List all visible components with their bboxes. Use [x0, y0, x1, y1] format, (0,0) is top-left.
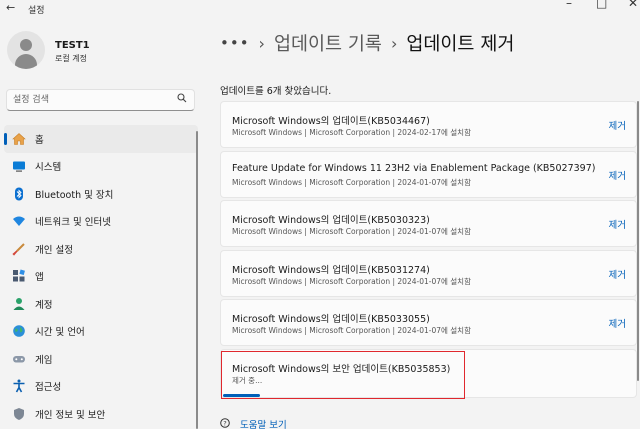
account-icon	[12, 297, 26, 311]
search-box[interactable]	[6, 89, 195, 111]
sidebar-item-label: 개인 정보 및 보안	[35, 409, 106, 421]
remove-button[interactable]: 제거	[609, 168, 626, 182]
sidebar-item-home[interactable]: 홈	[4, 125, 198, 153]
update-title: Feature Update for Windows 11 23H2 via E…	[232, 162, 596, 174]
sidebar-item-accounts[interactable]: 계정	[4, 290, 198, 318]
removal-progress-fill	[223, 393, 261, 397]
home-icon	[12, 132, 26, 146]
remove-button[interactable]: 제거	[609, 118, 626, 132]
help-link[interactable]: 도움말 보기	[240, 417, 287, 429]
sidebar-item-label: Bluetooth 및 장치	[35, 189, 114, 201]
update-list-item: Microsoft Windows의 업데이트(KB5033055) Micro…	[220, 299, 637, 346]
update-list-item-removing: Microsoft Windows의 보안 업데이트(KB5035853) 제거…	[220, 348, 637, 398]
help-row[interactable]: ? 도움말 보기	[220, 417, 287, 429]
update-meta: Microsoft Windows | Microsoft Corporatio…	[232, 128, 471, 137]
help-icon: ?	[220, 417, 230, 429]
update-list-item: Feature Update for Windows 11 23H2 via E…	[220, 150, 637, 198]
removing-status: 제거 중...	[232, 375, 263, 385]
back-button[interactable]: ←	[6, 1, 15, 14]
shield-icon	[12, 407, 26, 421]
minimize-button[interactable]: –	[566, 0, 572, 10]
breadcrumb-separator: ›	[258, 33, 265, 53]
update-list: Microsoft Windows의 업데이트(KB5034467) Micro…	[220, 101, 637, 400]
update-meta: Microsoft Windows | Microsoft Corporatio…	[232, 227, 471, 236]
page-title: 업데이트 제거	[406, 34, 515, 55]
sidebar-item-network[interactable]: 네트워크 및 인터넷	[4, 208, 198, 236]
sidebar-item-bluetooth[interactable]: Bluetooth 및 장치	[4, 180, 198, 208]
sidebar-item-time-language[interactable]: 시간 및 언어	[4, 318, 198, 346]
main-scrollbar[interactable]	[637, 101, 639, 381]
sidebar-item-system[interactable]: 시스템	[4, 153, 198, 181]
svg-text:?: ?	[223, 419, 226, 427]
maximize-button[interactable]: □	[596, 0, 607, 10]
removal-progress-bar	[221, 393, 636, 397]
sidebar-scrollbar[interactable]	[196, 131, 198, 429]
remove-button[interactable]: 제거	[609, 267, 626, 281]
apps-icon	[12, 269, 26, 283]
globe-icon	[12, 324, 26, 338]
sidebar-item-label: 홈	[35, 134, 44, 146]
brush-icon	[12, 242, 26, 256]
update-meta: Microsoft Windows | Microsoft Corporatio…	[232, 326, 471, 335]
sidebar-item-label: 계정	[35, 299, 53, 311]
account-type: 로컬 계정	[55, 54, 87, 63]
sidebar-item-apps[interactable]: 앱	[4, 263, 198, 291]
accessibility-icon	[12, 379, 26, 393]
search-icon[interactable]	[177, 93, 187, 106]
app-title: 설정	[28, 6, 45, 16]
update-meta: Microsoft Windows | Microsoft Corporatio…	[232, 177, 471, 187]
user-profile[interactable]: TEST1 로컬 계정	[7, 31, 197, 75]
update-title: Microsoft Windows의 업데이트(KB5031274)	[232, 264, 430, 276]
user-name: TEST1	[55, 40, 90, 51]
breadcrumb-update-history-link[interactable]: 업데이트 기록	[274, 30, 382, 56]
update-list-item: Microsoft Windows의 업데이트(KB5031274) Micro…	[220, 249, 637, 297]
breadcrumb-separator: ›	[390, 33, 398, 53]
sidebar-item-label: 게임	[35, 354, 53, 366]
breadcrumb: ••• › 업데이트 기록 › 업데이트 제거	[220, 27, 514, 59]
network-icon	[12, 214, 26, 228]
sidebar-item-label: 개인 설정	[35, 244, 73, 256]
sidebar-item-label: 네트워크 및 인터넷	[35, 217, 111, 229]
update-meta: Microsoft Windows | Microsoft Corporatio…	[232, 276, 471, 286]
sidebar-item-personalization[interactable]: 개인 설정	[4, 235, 198, 263]
sidebar-item-label: 앱	[35, 272, 44, 284]
update-list-item: Microsoft Windows의 업데이트(KB5034467) Micro…	[220, 101, 637, 148]
remove-button[interactable]: 제거	[609, 316, 626, 330]
bluetooth-icon	[12, 187, 26, 201]
system-icon	[12, 159, 26, 173]
update-count-text: 업데이트를 6개 찾았습니다.	[220, 86, 332, 97]
breadcrumb-more-button[interactable]: •••	[220, 34, 250, 52]
title-bar: ← 설정 – □ ✕	[0, 0, 640, 18]
update-title: Microsoft Windows의 업데이트(KB5034467)	[232, 116, 430, 127]
search-input[interactable]	[13, 93, 173, 107]
sidebar-nav: 홈 시스템 Bluetooth 및 장치 네트워크 및 인터넷 개인 설정 앱	[4, 125, 198, 428]
sidebar-item-gaming[interactable]: 게임	[4, 345, 198, 373]
update-title: Microsoft Windows의 업데이트(KB5030323)	[232, 215, 430, 226]
update-title: Microsoft Windows의 업데이트(KB5033055)	[232, 314, 430, 325]
sidebar-item-label: 접근성	[35, 382, 62, 394]
gamepad-icon	[12, 352, 26, 366]
close-button[interactable]: ✕	[628, 0, 638, 10]
sidebar-item-accessibility[interactable]: 접근성	[4, 373, 198, 401]
sidebar-item-label: 시간 및 언어	[35, 327, 85, 339]
sidebar-item-privacy-security[interactable]: 개인 정보 및 보안	[4, 400, 198, 428]
avatar	[7, 31, 45, 69]
remove-button[interactable]: 제거	[609, 217, 626, 231]
sidebar-item-label: 시스템	[35, 162, 62, 174]
update-list-item: Microsoft Windows의 업데이트(KB5030323) Micro…	[220, 200, 637, 247]
update-title: Microsoft Windows의 보안 업데이트(KB5035853)	[232, 363, 451, 375]
